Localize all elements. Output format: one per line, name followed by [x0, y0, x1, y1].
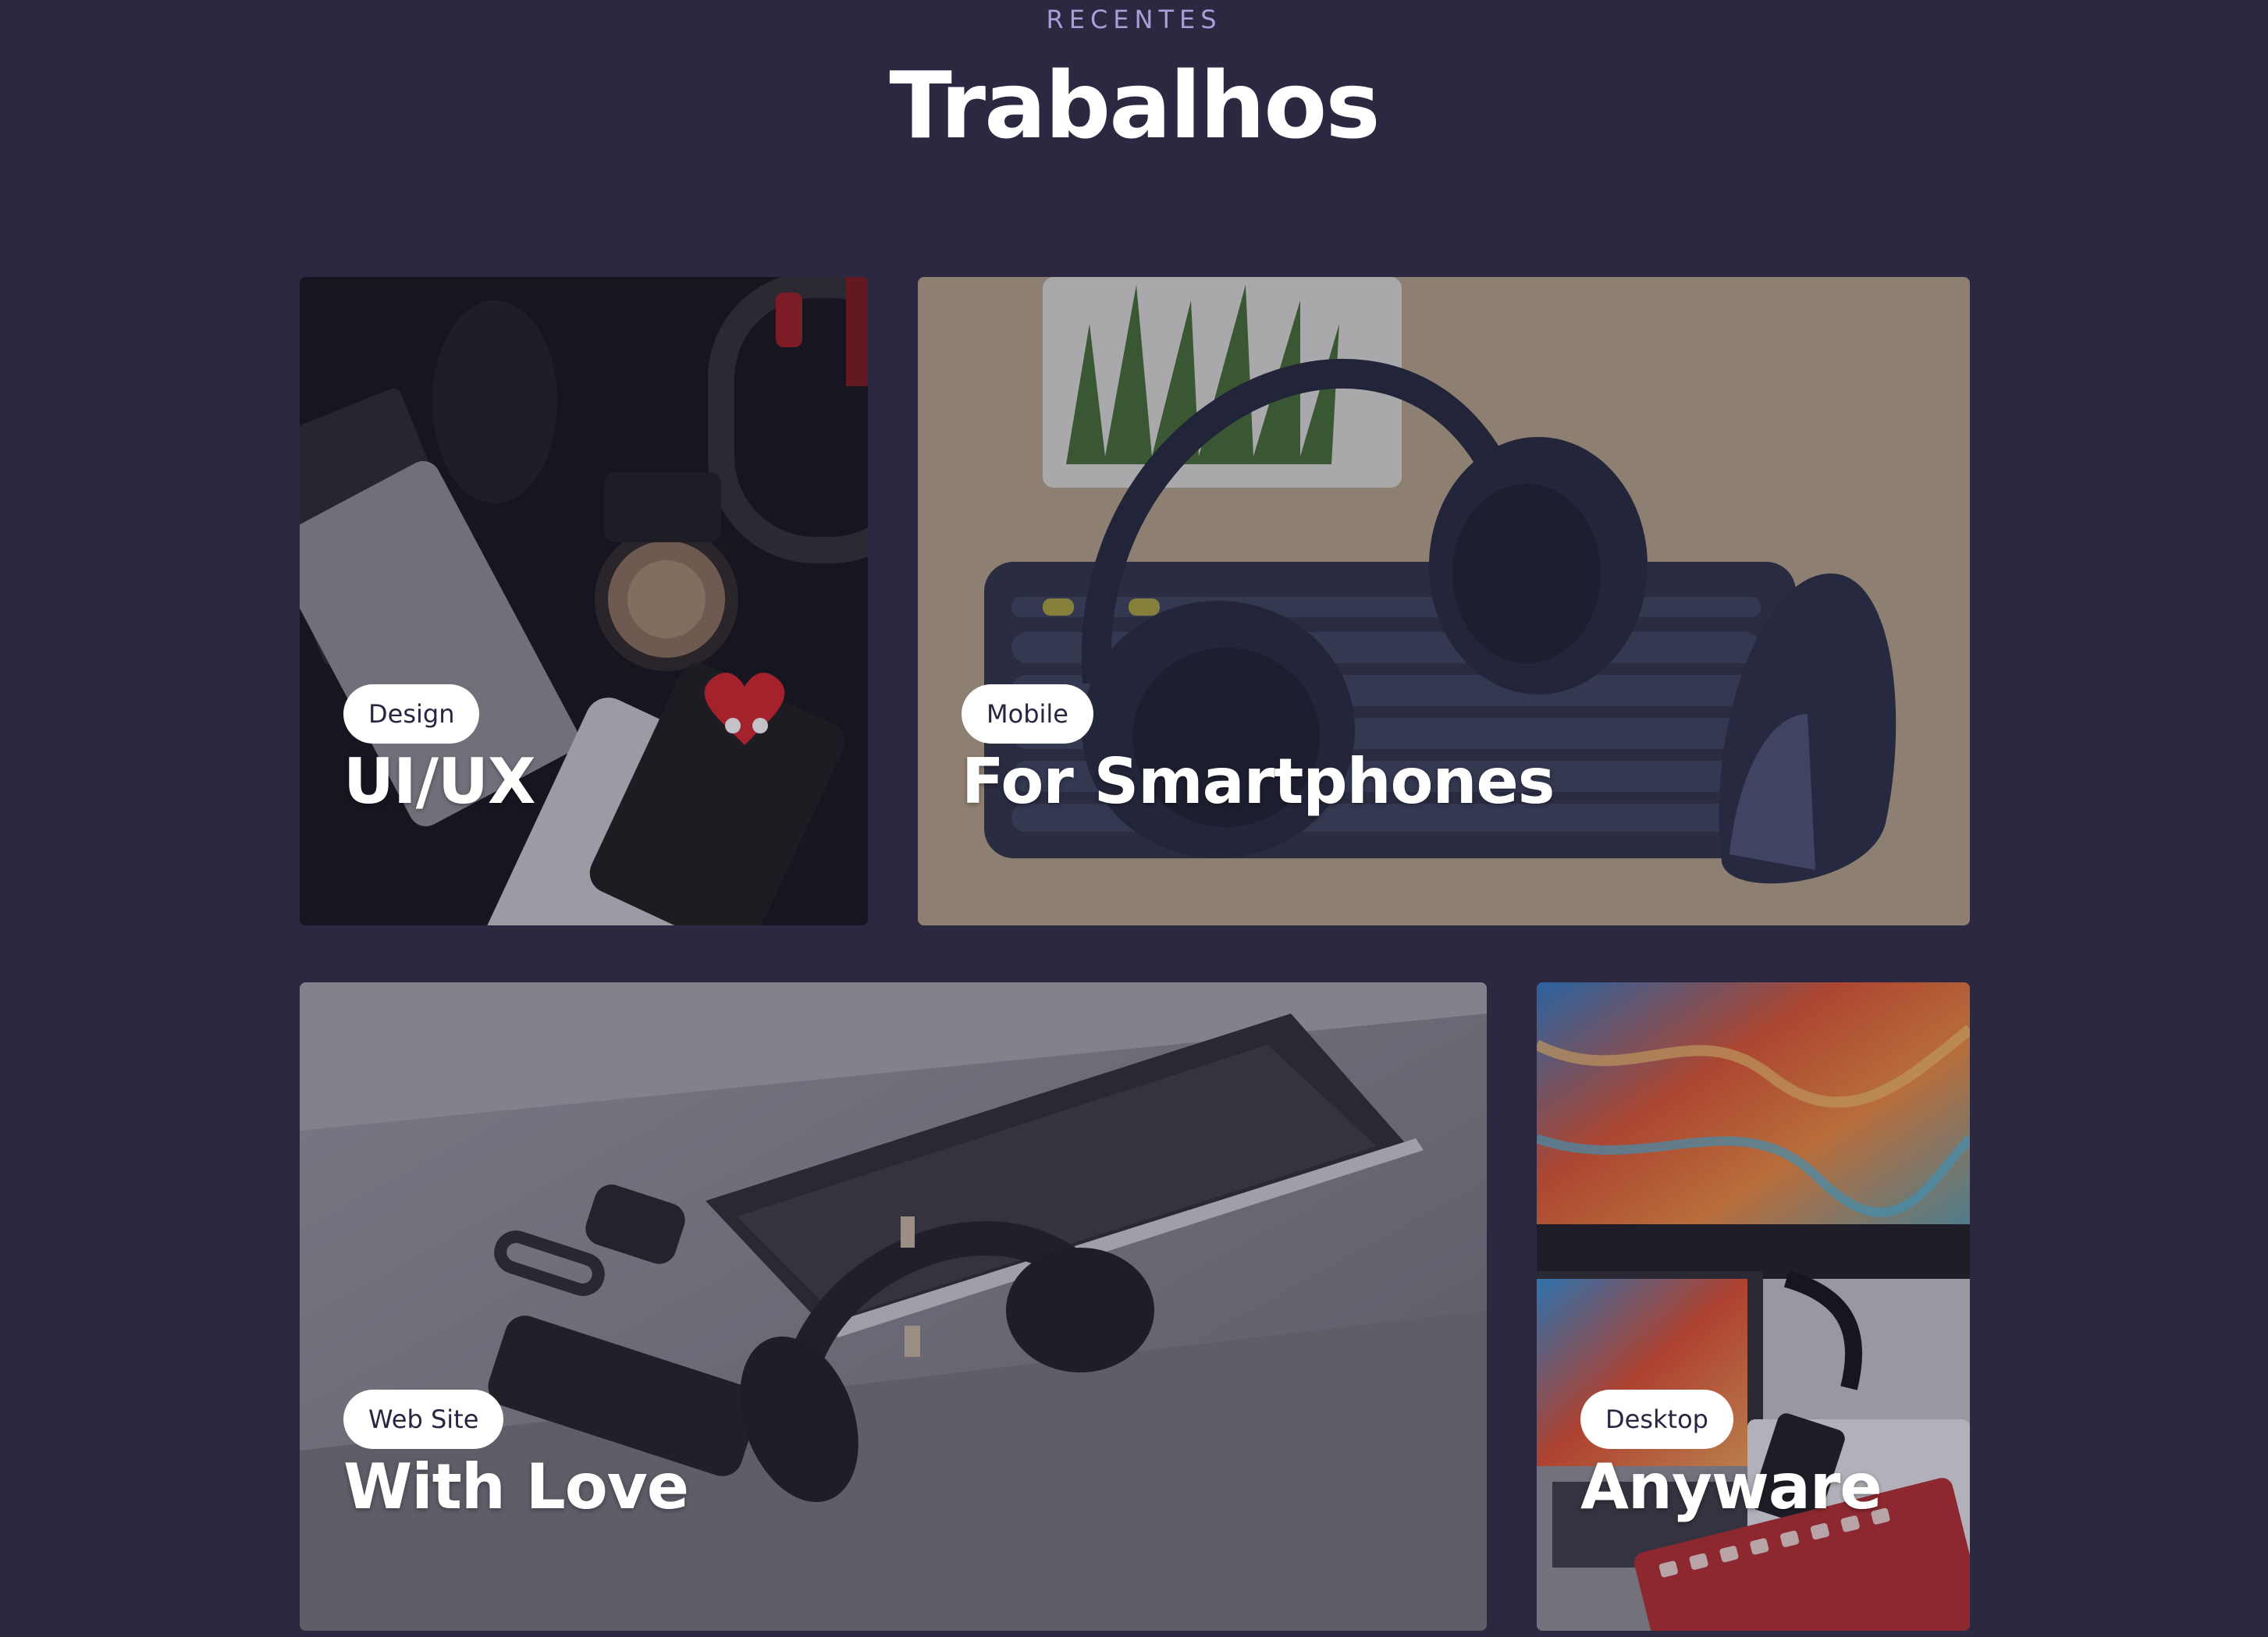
image-overlay: [918, 277, 1970, 925]
project-title-anyware: Anyware: [1580, 1451, 1882, 1523]
project-card-web-site[interactable]: Web Site With Love: [300, 982, 1487, 1631]
project-title-for-smartphones: For Smartphones: [962, 745, 1555, 818]
category-tag-mobile: Mobile: [962, 684, 1093, 744]
project-title-ui-ux: UI/UX: [343, 745, 536, 818]
category-tag-desktop: Desktop: [1580, 1390, 1733, 1449]
project-title-with-love: With Love: [343, 1451, 689, 1523]
project-card-desktop[interactable]: Desktop Anyware: [1537, 982, 1970, 1631]
image-overlay: [1537, 982, 1970, 1631]
section-title: Trabalhos: [889, 51, 1380, 159]
section-eyebrow: RECENTES: [1046, 5, 1222, 34]
category-tag-web-site: Web Site: [343, 1390, 504, 1449]
image-overlay: [300, 277, 868, 925]
category-tag-design: Design: [343, 684, 480, 744]
project-card-mobile[interactable]: Mobile For Smartphones: [918, 277, 1970, 925]
project-card-design[interactable]: Design UI/UX: [300, 277, 868, 925]
image-overlay: [300, 982, 1487, 1631]
